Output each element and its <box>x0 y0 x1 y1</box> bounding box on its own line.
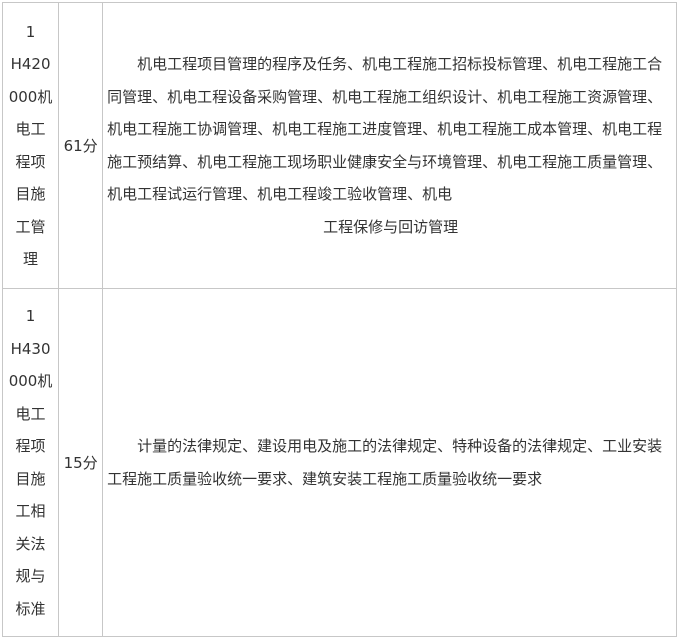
code-line: 目施 <box>15 469 46 488</box>
subject-code-cell: 1 H430 000机 电工 程项 目施 工相 关法 规与 标准 <box>1 288 60 637</box>
code-line: 标准 <box>15 599 46 618</box>
score-cell: 15分 <box>58 288 104 637</box>
code-line: 1 <box>25 22 36 41</box>
code-line: 000机 <box>8 87 53 106</box>
code-line: 1 <box>25 307 36 325</box>
code-line: 目施 <box>15 185 46 203</box>
code-line: 程项 <box>15 152 46 171</box>
content-text: 机电工程项目管理的程序及任务、机电工程施工招标投标管理、机电工程施工合同管理、机… <box>107 55 663 203</box>
code-line: 工管 <box>15 217 46 236</box>
score-cell: 61分 <box>58 2 104 289</box>
code-line: 理 <box>23 250 39 268</box>
content-cell: 机电工程项目管理的程序及任务、机电工程施工招标投标管理、机电工程施工合同管理、机… <box>102 2 677 289</box>
code-line: 关法 <box>15 534 46 553</box>
table-row: 1 H430 000机 电工 程项 目施 工相 关法 规与 标准 15分 计量的… <box>1 288 677 637</box>
content-cell: 计量的法律规定、建设用电及施工的法律规定、特种设备的法律规定、工业安装工程施工质… <box>102 288 677 637</box>
content-text: 计量的法律规定、建设用电及施工的法律规定、特种设备的法律规定、工业安装工程施工质… <box>107 437 663 488</box>
code-line: 程项 <box>15 437 46 455</box>
code-line: 电工 <box>15 404 46 423</box>
code-line: 工相 <box>15 502 46 520</box>
code-line: H430 <box>10 339 51 358</box>
code-line: H420 <box>10 55 51 73</box>
table-row: 1 H420 000机 电工 程项 目施 工管 理 61分 机电工程项目管理的程… <box>1 2 677 289</box>
content-text-tail: 工程保修与回访管理 <box>323 217 459 236</box>
code-line: 电工 <box>15 120 46 138</box>
subject-code-cell: 1 H420 000机 电工 程项 目施 工管 理 <box>1 2 60 289</box>
syllabus-table: 1 H420 000机 电工 程项 目施 工管 理 61分 机电工程项目管理的程… <box>1 2 677 637</box>
code-line: 规与 <box>15 567 46 585</box>
code-line: 000机 <box>8 372 53 390</box>
